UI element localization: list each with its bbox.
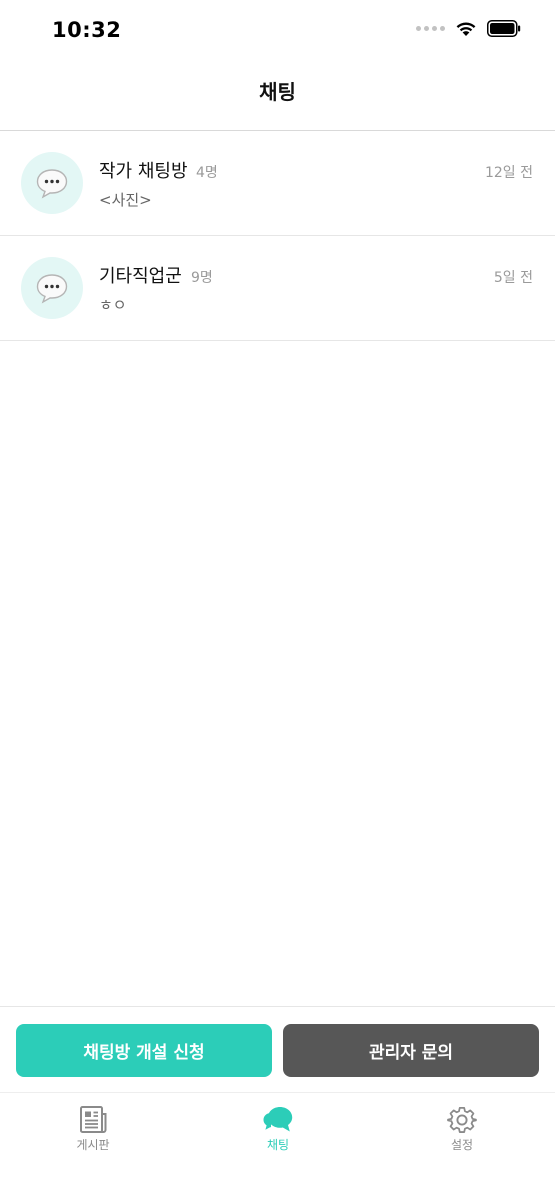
battery-icon — [487, 20, 521, 37]
chat-room-name: 기타직업군 — [99, 266, 182, 287]
tab-settings-label: 설정 — [450, 1138, 474, 1152]
tab-board[interactable]: 게시판 — [33, 1101, 153, 1153]
page-title: 채팅 — [259, 80, 296, 104]
chat-room-item[interactable]: 기타직업군 9명 5일 전 ㅎㅇ — [0, 236, 555, 341]
signal-icon — [416, 26, 445, 31]
chat-bubbles-icon — [263, 1107, 293, 1132]
chat-room-name: 작가 채팅방 — [99, 161, 188, 182]
action-bar: 채팅방 개설 신청 관리자 문의 — [0, 1006, 555, 1092]
status-bar: 10:32 — [0, 0, 555, 62]
gear-icon — [447, 1106, 477, 1133]
tab-bar: 게시판 채팅 설정 — [0, 1092, 555, 1200]
tab-chat[interactable]: 채팅 — [218, 1101, 338, 1153]
apply-chatroom-button[interactable]: 채팅방 개설 신청 — [16, 1024, 272, 1077]
tab-board-label: 게시판 — [76, 1138, 110, 1152]
status-time: 10:32 — [52, 18, 122, 42]
chat-room-item[interactable]: 작가 채팅방 4명 12일 전 <사진> — [0, 131, 555, 236]
chat-room-list: 작가 채팅방 4명 12일 전 <사진> 기타직업군 9명 5일 전 ㅎㅇ — [0, 131, 555, 341]
chat-room-avatar — [21, 257, 83, 319]
chat-room-member-count: 9명 — [191, 270, 213, 286]
chat-room-avatar — [21, 152, 83, 214]
contact-admin-button[interactable]: 관리자 문의 — [283, 1024, 539, 1077]
chat-room-time: 12일 전 — [484, 165, 533, 181]
status-icons — [416, 20, 521, 37]
chat-room-member-count: 4명 — [196, 165, 218, 181]
chat-room-time: 5일 전 — [493, 270, 533, 286]
speech-bubble-icon — [36, 169, 68, 199]
nav-header: 채팅 — [0, 62, 555, 131]
wifi-icon — [456, 21, 476, 36]
tab-chat-label: 채팅 — [266, 1138, 290, 1152]
chat-room-last-message: ㅎㅇ — [99, 296, 127, 314]
speech-bubble-icon — [36, 274, 68, 304]
tab-settings[interactable]: 설정 — [402, 1101, 522, 1153]
chat-room-last-message: <사진> — [99, 191, 152, 209]
newspaper-icon — [80, 1106, 107, 1133]
